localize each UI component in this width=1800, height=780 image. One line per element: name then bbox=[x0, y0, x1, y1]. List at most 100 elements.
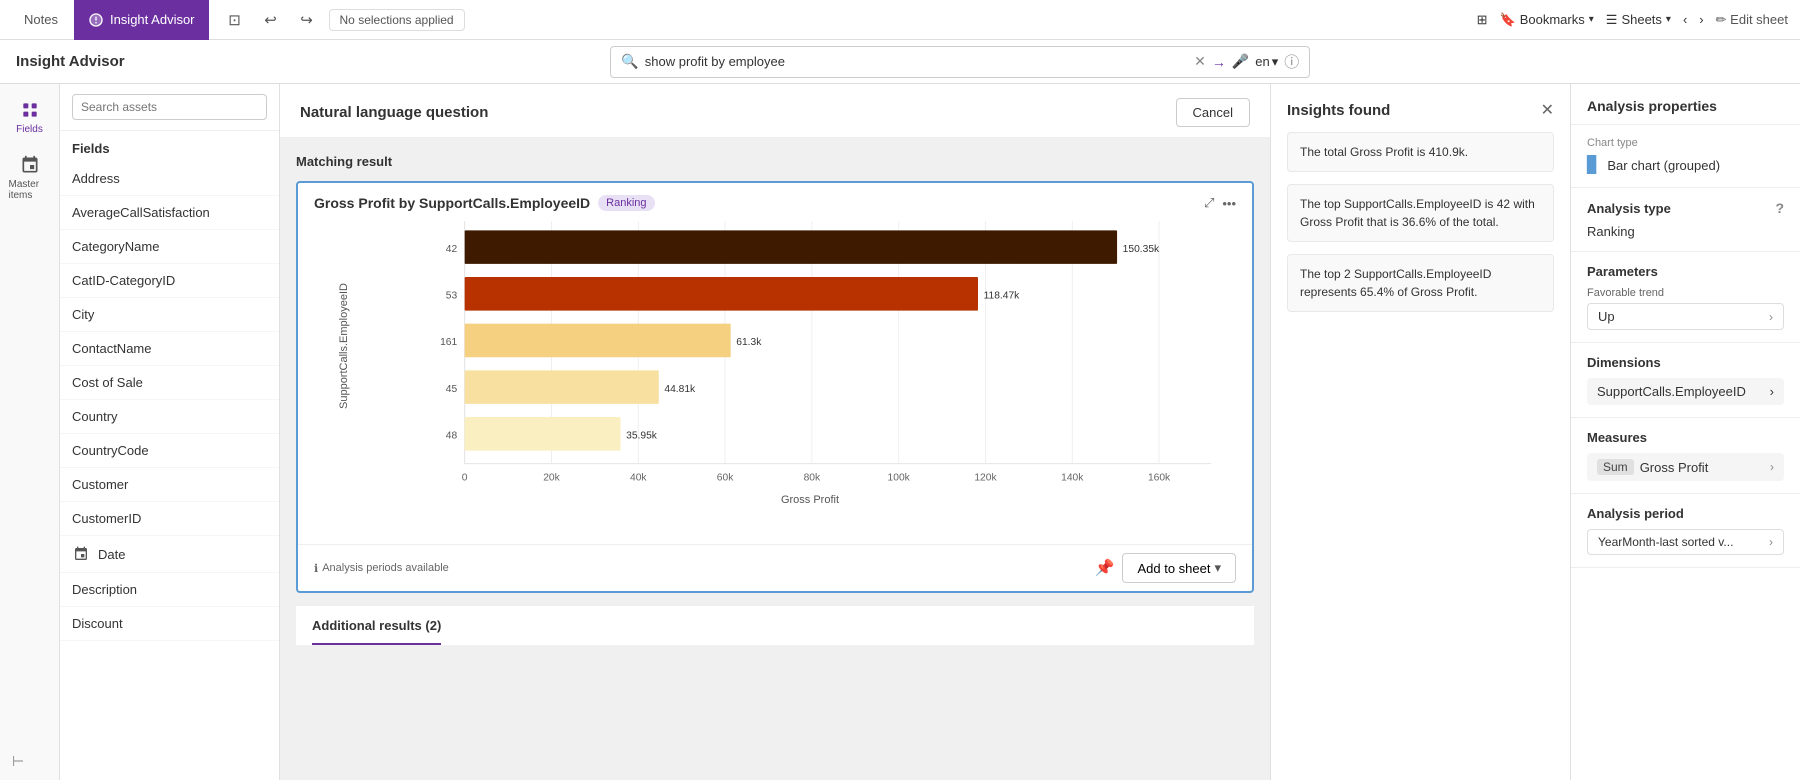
insight-card-3: The top 2 SupportCalls.EmployeeID repres… bbox=[1287, 254, 1554, 312]
field-item[interactable]: City bbox=[60, 298, 279, 332]
fields-icon bbox=[20, 100, 40, 120]
nav-forward-icon[interactable]: › bbox=[1699, 12, 1703, 27]
field-name: Country bbox=[72, 409, 118, 424]
insights-panel: Insights found ✕ The total Gross Profit … bbox=[1270, 84, 1570, 780]
favorable-trend-value: Up bbox=[1598, 309, 1615, 324]
edit-sheet-button[interactable]: ✏ Edit sheet bbox=[1716, 12, 1788, 28]
bookmarks-chevron: ▾ bbox=[1589, 14, 1594, 25]
dimension-item[interactable]: SupportCalls.EmployeeID › bbox=[1587, 378, 1784, 405]
undo-icon[interactable]: ↩ bbox=[257, 6, 285, 34]
svg-text:61.3k: 61.3k bbox=[736, 337, 762, 348]
sidebar-item-fields[interactable]: Fields bbox=[5, 92, 55, 143]
second-bar-title: Insight Advisor bbox=[16, 53, 125, 70]
y-axis-label: SupportCalls.EmployeeID bbox=[338, 349, 350, 409]
tab-insight-label: Insight Advisor bbox=[110, 12, 195, 27]
search-clear-icon[interactable]: ✕ bbox=[1194, 53, 1206, 70]
dimensions-title: Dimensions bbox=[1587, 355, 1784, 370]
field-name: ContactName bbox=[72, 341, 151, 356]
chart-type-label: Chart type bbox=[1587, 137, 1784, 149]
chart-title-text: Gross Profit by SupportCalls.EmployeeID bbox=[314, 195, 590, 211]
pin-icon[interactable]: 📌 bbox=[1095, 558, 1115, 578]
expand-icon[interactable]: ⤢ bbox=[1204, 195, 1214, 211]
field-item[interactable]: AverageCallSatisfaction bbox=[60, 196, 279, 230]
dimensions-label: Dimensions bbox=[1587, 355, 1661, 370]
fields-heading: Fields bbox=[60, 131, 279, 162]
bar-chart-icon: ▊ bbox=[1587, 155, 1599, 175]
camera-icon[interactable]: ⊡ bbox=[221, 6, 249, 34]
insight-card-text-3: The top 2 SupportCalls.EmployeeID repres… bbox=[1300, 267, 1491, 299]
right-section-measures: Measures Sum Gross Profit › bbox=[1571, 418, 1800, 494]
tab-insight[interactable]: Insight Advisor bbox=[74, 0, 209, 40]
analysis-period-selector[interactable]: YearMonth-last sorted v... › bbox=[1587, 529, 1784, 555]
svg-text:0: 0 bbox=[462, 472, 468, 483]
svg-text:20k: 20k bbox=[543, 472, 560, 483]
field-name: City bbox=[72, 307, 94, 322]
field-item[interactable]: Customer bbox=[60, 468, 279, 502]
insight-card-text-2: The top SupportCalls.EmployeeID is 42 wi… bbox=[1300, 197, 1535, 229]
bar-chart: 0 20k 40k 60k 80k 100k 120k 140k 160k 42… bbox=[384, 221, 1236, 501]
field-item[interactable]: Country bbox=[60, 400, 279, 434]
field-name: Description bbox=[72, 582, 137, 597]
sidebar-item-master-items[interactable]: Master items bbox=[5, 147, 55, 209]
left-content: Fields Address AverageCallSatisfaction C… bbox=[60, 84, 279, 780]
add-to-sheet-label: Add to sheet bbox=[1137, 561, 1210, 576]
chart-card: Gross Profit by SupportCalls.EmployeeID … bbox=[296, 181, 1254, 593]
more-options-icon[interactable]: ••• bbox=[1222, 196, 1236, 211]
svg-text:53: 53 bbox=[446, 290, 458, 301]
calendar-icon bbox=[72, 545, 90, 563]
bookmarks-button[interactable]: 🔖 Bookmarks ▾ bbox=[1500, 12, 1594, 28]
insights-close-button[interactable]: ✕ bbox=[1541, 100, 1554, 120]
field-name: CatID-CategoryID bbox=[72, 273, 175, 288]
search-info-icon[interactable]: ⓘ bbox=[1284, 51, 1299, 72]
additional-results-label: Additional results (2) bbox=[312, 618, 441, 645]
field-name: Address bbox=[72, 171, 120, 186]
chart-footer-right: 📌 Add to sheet ▾ bbox=[1095, 553, 1236, 583]
sheets-button[interactable]: ☰ Sheets ▾ bbox=[1606, 12, 1671, 28]
redo-icon[interactable]: ↪ bbox=[293, 6, 321, 34]
field-name: Customer bbox=[72, 477, 128, 492]
right-section-parameters: Parameters Favorable trend Up › bbox=[1571, 252, 1800, 343]
search-language-selector[interactable]: en ▾ bbox=[1255, 54, 1278, 70]
favorable-trend-chevron: › bbox=[1769, 310, 1773, 324]
nav-back-icon[interactable]: ‹ bbox=[1683, 12, 1687, 27]
search-bar: 🔍 ✕ → 🎤 en ▾ ⓘ bbox=[610, 46, 1310, 78]
field-item[interactable]: CatID-CategoryID bbox=[60, 264, 279, 298]
right-section-analysis-period: Analysis period YearMonth-last sorted v.… bbox=[1571, 494, 1800, 568]
field-item[interactable]: Cost of Sale bbox=[60, 366, 279, 400]
search-assets-input[interactable] bbox=[72, 94, 267, 120]
chart-type-row: ▊ Bar chart (grouped) bbox=[1587, 155, 1784, 175]
analysis-type-help-icon[interactable]: ? bbox=[1775, 200, 1784, 216]
field-name: CustomerID bbox=[72, 511, 141, 526]
field-item[interactable]: Discount bbox=[60, 607, 279, 641]
field-item[interactable]: ContactName bbox=[60, 332, 279, 366]
search-input[interactable] bbox=[645, 54, 1188, 69]
chart-body: SupportCalls.EmployeeID bbox=[298, 211, 1252, 544]
search-submit-icon[interactable]: → bbox=[1212, 54, 1226, 70]
field-item[interactable]: CategoryName bbox=[60, 230, 279, 264]
svg-text:140k: 140k bbox=[1061, 472, 1084, 483]
field-name: Date bbox=[98, 547, 125, 562]
add-to-sheet-button[interactable]: Add to sheet ▾ bbox=[1122, 553, 1236, 583]
analysis-type-value: Ranking bbox=[1587, 224, 1784, 239]
svg-text:60k: 60k bbox=[717, 472, 734, 483]
fields-icon-label: Fields bbox=[16, 124, 43, 135]
edit-sheet-label: Edit sheet bbox=[1730, 12, 1788, 27]
field-item[interactable]: Address bbox=[60, 162, 279, 196]
field-item[interactable]: CustomerID bbox=[60, 502, 279, 536]
search-assets-wrap bbox=[60, 84, 279, 131]
parameters-title: Parameters bbox=[1587, 264, 1784, 279]
measure-value: Gross Profit bbox=[1640, 460, 1764, 475]
field-item[interactable]: Date bbox=[60, 536, 279, 573]
analysis-period-title: Analysis period bbox=[1587, 506, 1784, 521]
measure-item[interactable]: Sum Gross Profit › bbox=[1587, 453, 1784, 481]
svg-text:80k: 80k bbox=[804, 472, 821, 483]
sheets-label: Sheets bbox=[1621, 12, 1661, 27]
tab-notes[interactable]: Notes bbox=[12, 0, 70, 40]
field-item[interactable]: Description bbox=[60, 573, 279, 607]
favorable-trend-selector[interactable]: Up › bbox=[1587, 303, 1784, 330]
search-mic-icon[interactable]: 🎤 bbox=[1232, 53, 1249, 70]
grid-icon[interactable]: ⊞ bbox=[1477, 12, 1488, 28]
add-to-sheet-chevron: ▾ bbox=[1214, 560, 1221, 576]
field-item[interactable]: CountryCode bbox=[60, 434, 279, 468]
cancel-button[interactable]: Cancel bbox=[1176, 98, 1250, 127]
